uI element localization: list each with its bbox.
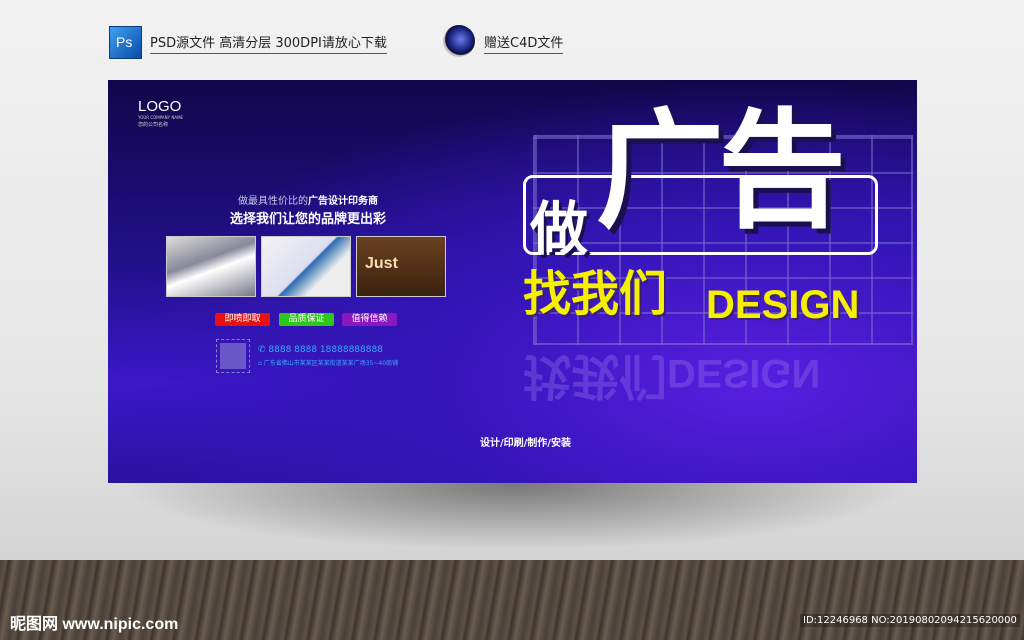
- psd-info: PSD源文件 高清分层 300DPI请放心下载: [150, 32, 387, 54]
- photoshop-icon: Ps: [109, 26, 142, 59]
- watermark-site: 昵图网 www.nipic.com: [10, 616, 179, 633]
- tagline-2: 选择我们让您的品牌更出彩: [229, 212, 386, 227]
- photo-printer: [166, 236, 256, 297]
- watermark-id: ID:12246968 NO:20190802094215620000: [800, 614, 1020, 627]
- qr-code-placeholder: [216, 339, 250, 373]
- c4d-info-text: 赠送C4D文件: [484, 36, 564, 54]
- services: 设计/印刷/制作/安装: [480, 438, 571, 449]
- cinema4d-icon: [443, 25, 475, 57]
- c4d-info: 赠送C4D文件: [484, 32, 564, 54]
- tagline-1-b: 广告设计印务商: [308, 196, 378, 207]
- headline-design: DESIGN: [706, 283, 860, 327]
- button-quality: 品质保证: [279, 313, 334, 326]
- address: ⌂ 广东省佛山市某某区某某街道某某广场35~40商铺: [258, 358, 398, 367]
- phone-number: 8888 8888 18888888888: [268, 345, 383, 355]
- psd-info-text: PSD源文件 高清分层 300DPI请放心下载: [150, 36, 387, 54]
- headline-zuo: 做: [530, 195, 589, 263]
- photo-sign: Just: [356, 236, 446, 297]
- company-cn: 您的公司名称: [138, 122, 169, 128]
- tagline-1: 做最具性价比的广告设计印务商: [168, 192, 448, 207]
- reflection-cn: 找我们: [523, 348, 668, 404]
- company-en: YOUR COMPANY NAME: [138, 115, 184, 120]
- phone-icon: ✆: [258, 345, 269, 355]
- photo-brochure: [261, 236, 351, 297]
- button-trust: 值得信赖: [342, 313, 397, 326]
- headline-zhaowomen: 找我们: [523, 266, 668, 322]
- poster: LOGO YOUR COMPANY NAME 您的公司名称 做最具性价比的广告设…: [108, 80, 917, 483]
- logo: LOGO: [138, 98, 182, 115]
- button-instant-print: 即喷即取: [215, 313, 270, 326]
- headline-reflection: 找我们DESIGN: [523, 348, 821, 404]
- tagline-1-a: 做最具性价比的: [238, 196, 308, 207]
- address-text: 广东省佛山市某某区某某街道某某广场35~40商铺: [263, 360, 399, 367]
- phone: ✆ 8888 8888 18888888888: [258, 345, 383, 355]
- headline-guanggao: 广告: [596, 97, 846, 246]
- reflection-en: DESIGN: [667, 351, 821, 395]
